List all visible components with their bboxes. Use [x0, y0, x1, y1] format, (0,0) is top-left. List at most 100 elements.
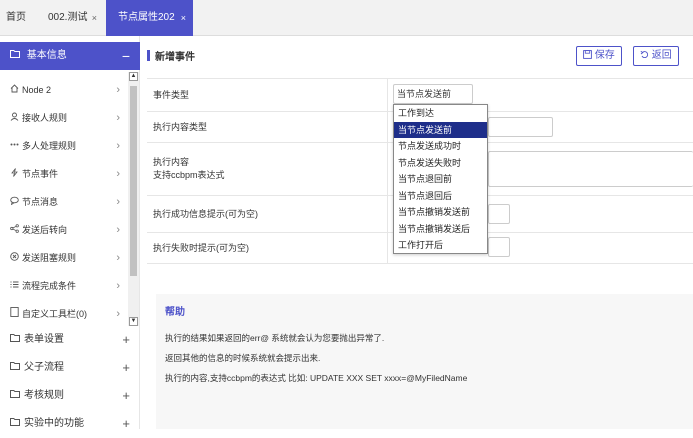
tab-node-properties[interactable]: 节点属性202 × — [106, 0, 193, 36]
message-icon — [10, 188, 22, 216]
scrollbar-thumb[interactable] — [130, 86, 137, 276]
sidebar-group-label: 基本信息 — [26, 50, 67, 61]
dropdown-option[interactable]: 当节点撤销发送后 — [394, 221, 487, 238]
content-label-line2: 支持ccbpm表达式 — [153, 170, 225, 180]
expand-icon[interactable]: + — [122, 354, 130, 382]
fail-message-label: 执行失败时提示(可为空) — [153, 243, 249, 253]
chevron-right-icon: › — [116, 84, 120, 96]
back-button-label: 返回 — [651, 50, 672, 61]
tab-home[interactable]: 首页 — [6, 0, 26, 36]
folder-icon — [10, 354, 24, 382]
page-title: 新增事件 — [147, 48, 195, 66]
column-divider — [387, 79, 388, 111]
sidebar-item-send-block[interactable]: 发送阻塞规则 › — [0, 244, 128, 272]
undo-icon — [640, 50, 652, 61]
help-line: 执行的内容,支持ccbpm的表达式 比如: UPDATE XXX SET xxx… — [165, 373, 468, 383]
expand-icon[interactable]: + — [122, 410, 130, 438]
sidebar-item-completion-conditions[interactable]: 流程完成条件 › — [0, 272, 128, 300]
tab-test-label: 002.测试 — [48, 12, 88, 23]
column-divider — [387, 112, 388, 142]
content-label-line1: 执行内容 — [153, 157, 190, 167]
tab-home-label: 首页 — [6, 12, 26, 23]
sidebar-item-label: 多人处理规则 — [22, 141, 77, 151]
sidebar-item-label: 流程完成条件 — [22, 281, 77, 291]
dots-icon — [10, 132, 22, 160]
sidebar-item-label: 节点事件 — [22, 169, 59, 179]
column-divider — [387, 233, 388, 263]
dropdown-option[interactable]: 节点发送成功时 — [394, 138, 487, 155]
sidebar-group-basic-info[interactable]: 基本信息 − — [0, 42, 140, 70]
block-icon — [10, 244, 22, 272]
content-type-select[interactable] — [488, 117, 553, 137]
doc-icon — [10, 300, 22, 326]
sidebar-item-receiver-rules[interactable]: 接收人规则 › — [0, 104, 128, 132]
fail-message-input[interactable] — [488, 237, 510, 257]
sidebar: 基本信息 − Node 2 › 接收人规则 › 多人处理规则 › 节点事件 › — [0, 36, 140, 431]
event-type-label: 事件类型 — [153, 90, 190, 100]
sidebar-group-label: 实验中的功能 — [24, 418, 84, 429]
event-type-select[interactable]: 当节点发送前 — [393, 84, 473, 104]
folder-icon — [10, 382, 24, 410]
dropdown-option[interactable]: 当节点退回前 — [394, 171, 487, 188]
list-icon — [10, 272, 22, 300]
scroll-down-icon[interactable]: ▼ — [129, 317, 138, 326]
save-button[interactable]: 保存 — [576, 46, 622, 66]
close-icon[interactable]: × — [181, 0, 186, 36]
sidebar-item-label: 自定义工具栏(0) — [22, 309, 87, 319]
sidebar-scrollbar[interactable]: ▲ ▼ — [128, 72, 139, 326]
sidebar-group-label: 考核规则 — [24, 390, 64, 401]
success-message-label: 执行成功信息提示(可为空) — [153, 209, 258, 219]
chevron-right-icon: › — [116, 168, 120, 180]
dropdown-option[interactable]: 当节点撤销发送前 — [394, 204, 487, 221]
help-panel: 帮助 执行的结果如果返回的err@ 系统就会认为您要抛出异常了. 返回其他的信息… — [156, 294, 693, 429]
chevron-right-icon: › — [116, 224, 120, 236]
collapse-icon[interactable]: − — [122, 42, 130, 70]
sidebar-group-form-settings[interactable]: 表单设置 + — [0, 326, 140, 354]
help-line: 执行的结果如果返回的err@ 系统就会认为您要抛出异常了. — [165, 333, 385, 343]
event-type-dropdown: 工作到达 当节点发送前 节点发送成功时 节点发送失败时 当节点退回前 当节点退回… — [393, 104, 488, 254]
sidebar-item-node[interactable]: Node 2 › — [0, 76, 128, 104]
dropdown-option[interactable]: 工作到达 — [394, 105, 487, 122]
chevron-right-icon: › — [116, 112, 120, 124]
sidebar-group-assessment[interactable]: 考核规则 + — [0, 382, 140, 410]
page-title-text: 新增事件 — [155, 52, 195, 63]
scroll-up-icon[interactable]: ▲ — [129, 72, 138, 81]
sidebar-item-label: Node 2 — [22, 85, 52, 95]
sidebar-item-multi-handler[interactable]: 多人处理规则 › — [0, 132, 128, 160]
sidebar-item-custom-toolbar[interactable]: 自定义工具栏(0) › — [0, 300, 128, 326]
expand-icon[interactable]: + — [122, 326, 130, 354]
content-label: 执行内容 支持ccbpm表达式 — [153, 156, 225, 182]
content-type-label: 执行内容类型 — [153, 122, 208, 132]
expand-icon[interactable]: + — [122, 382, 130, 410]
tab-node-properties-label: 节点属性202 — [118, 12, 175, 23]
sidebar-item-label: 发送阻塞规则 — [22, 253, 77, 263]
chevron-right-icon: › — [116, 140, 120, 152]
folder-icon — [10, 42, 21, 70]
back-button[interactable]: 返回 — [633, 46, 679, 66]
sidebar-group-subflow[interactable]: 父子流程 + — [0, 354, 140, 382]
lightning-icon — [10, 160, 22, 188]
tab-bar: 首页 002.测试 × 节点属性202 × — [0, 0, 693, 36]
share-icon — [10, 216, 22, 244]
chevron-right-icon: › — [116, 252, 120, 264]
sidebar-group-label: 表单设置 — [24, 334, 64, 345]
close-icon[interactable]: × — [92, 0, 97, 36]
user-icon — [10, 104, 22, 132]
help-line: 返回其他的信息的时候系统就会提示出来. — [165, 353, 321, 363]
dropdown-option[interactable]: 当节点退回后 — [394, 188, 487, 205]
chevron-right-icon: › — [116, 280, 120, 292]
sidebar-item-node-events[interactable]: 节点事件 › — [0, 160, 128, 188]
dropdown-option[interactable]: 节点发送失败时 — [394, 155, 487, 172]
home-icon — [10, 76, 22, 104]
title-accent-bar — [147, 50, 150, 61]
main-panel: 新增事件 保存 返回 事件类型 当节点发送前 执行内容类型 执行内容 支持ccb… — [147, 36, 693, 429]
chevron-right-icon: › — [116, 308, 120, 320]
success-message-input[interactable] — [488, 204, 510, 224]
sidebar-item-node-messages[interactable]: 节点消息 › — [0, 188, 128, 216]
content-textarea[interactable] — [488, 151, 693, 187]
tab-test[interactable]: 002.测试 × — [38, 0, 104, 36]
dropdown-option[interactable]: 工作打开后 — [394, 237, 487, 254]
sidebar-group-experimental[interactable]: 实验中的功能 + — [0, 410, 140, 438]
dropdown-option-selected[interactable]: 当节点发送前 — [394, 121, 487, 138]
sidebar-item-after-send[interactable]: 发送后转向 › — [0, 216, 128, 244]
